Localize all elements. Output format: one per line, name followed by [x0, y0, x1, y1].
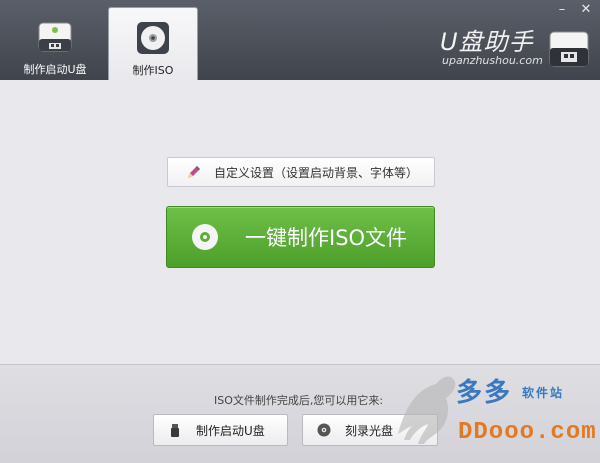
close-button[interactable]: ✕: [577, 2, 595, 18]
cd-disc-icon: [137, 22, 169, 54]
watermark-subtitle: 软件站: [522, 386, 565, 400]
custom-settings-label: 自定义设置（设置启动背景、字体等）: [214, 165, 419, 180]
tab-make-iso-label: 制作ISO: [132, 64, 174, 77]
disc-icon: [192, 224, 218, 250]
app-url: upanzhushou.com: [442, 54, 543, 67]
make-usb-button[interactable]: 制作启动U盘: [153, 414, 288, 446]
watermark-brand: 多多: [456, 378, 513, 408]
usb-logo-icon: [549, 31, 589, 67]
create-iso-button[interactable]: 一键制作ISO文件: [166, 206, 435, 268]
pencil-icon: [188, 166, 200, 178]
tab-make-usb[interactable]: 制作启动U盘: [16, 7, 94, 80]
watermark-domain: DDooo.com: [458, 419, 597, 446]
usb-drive-icon: [38, 22, 72, 52]
usb-stick-icon: [171, 424, 179, 437]
minimize-button[interactable]: –: [553, 2, 571, 18]
app-title: U盘助手: [440, 28, 534, 56]
tab-make-usb-label: 制作启动U盘: [23, 63, 87, 76]
cd-icon: [317, 423, 331, 437]
tab-make-iso[interactable]: 制作ISO: [108, 7, 198, 80]
make-usb-label: 制作启动U盘: [196, 423, 265, 438]
burn-disc-label: 刻录光盘: [345, 423, 394, 438]
custom-settings-button[interactable]: 自定义设置（设置启动背景、字体等）: [167, 157, 435, 187]
bottom-hint: ISO文件制作完成后,您可以用它来:: [214, 394, 384, 407]
create-iso-label: 一键制作ISO文件: [245, 226, 408, 250]
